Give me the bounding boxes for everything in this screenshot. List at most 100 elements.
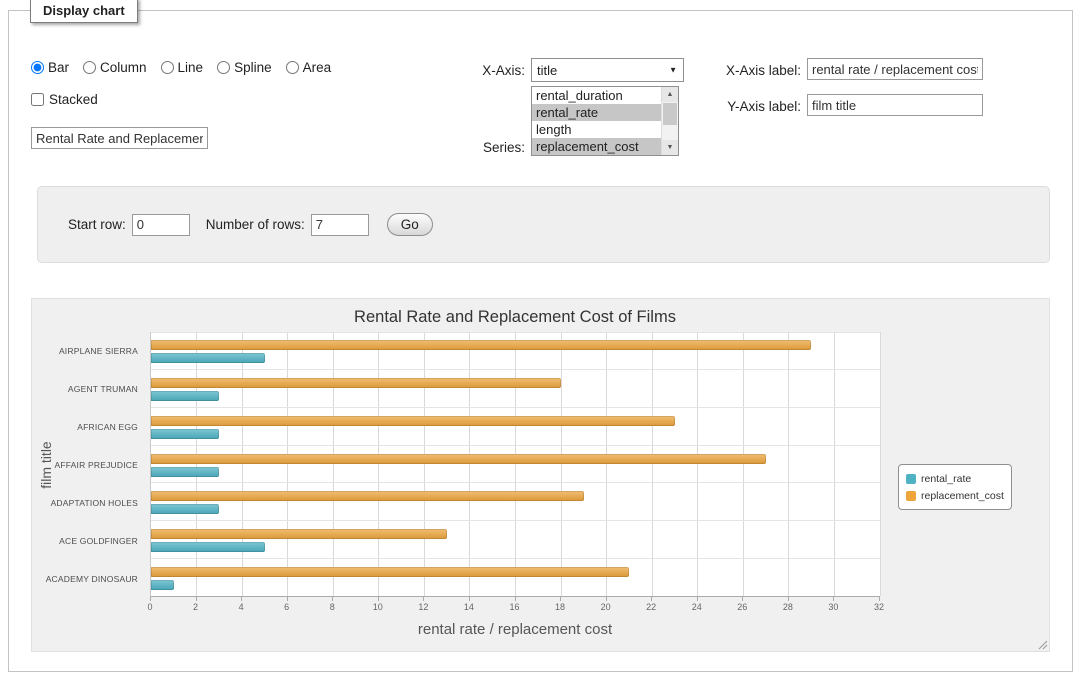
scroll-down-button[interactable]: ▼ xyxy=(662,140,678,155)
chevron-down-icon: ▼ xyxy=(669,66,677,75)
chart-type-option-bar[interactable]: Bar xyxy=(31,60,69,75)
category-label: AIRPLANE SIERRA xyxy=(59,346,138,356)
grid-line-horizontal xyxy=(151,445,880,446)
grid-line-horizontal xyxy=(151,369,880,370)
grid-line-vertical xyxy=(834,332,835,596)
chart-title-input[interactable] xyxy=(31,127,208,149)
bar-rental_rate xyxy=(151,542,265,552)
axis-tick xyxy=(150,597,151,601)
radio-area[interactable] xyxy=(286,61,299,74)
listbox-scrollbar[interactable]: ▲ ▼ xyxy=(661,87,678,155)
y-axis-label-input[interactable] xyxy=(807,94,983,116)
radio-label-column: Column xyxy=(100,60,147,75)
legend-item-rental_rate[interactable]: rental_rate xyxy=(906,470,1004,487)
resize-handle[interactable] xyxy=(1035,637,1048,650)
stacked-label: Stacked xyxy=(49,92,98,107)
legend-label-replacement_cost: replacement_cost xyxy=(921,490,1004,502)
start-row-input[interactable] xyxy=(132,214,190,236)
axis-tick xyxy=(788,597,789,601)
bar-replacement_cost xyxy=(151,378,561,388)
grid-line-vertical xyxy=(515,332,516,596)
scrollbar-thumb[interactable] xyxy=(663,103,677,125)
axis-tick xyxy=(606,597,607,601)
radio-bar[interactable] xyxy=(31,61,44,74)
radio-label-bar: Bar xyxy=(48,60,69,75)
grid-line-horizontal xyxy=(151,407,880,408)
radio-line[interactable] xyxy=(161,61,174,74)
series-option-length[interactable]: length xyxy=(532,121,661,138)
row-controls-panel: Start row: Number of rows: Go xyxy=(37,186,1050,263)
grid-line-vertical xyxy=(788,332,789,596)
display-chart-panel: Display chart BarColumnLineSplineArea St… xyxy=(8,10,1073,672)
x-axis-selected-value: title xyxy=(537,63,557,78)
x-tick-label: 0 xyxy=(147,602,152,612)
category-label: AGENT TRUMAN xyxy=(68,384,138,394)
x-tick-label: 18 xyxy=(555,602,565,612)
x-tick-label: 10 xyxy=(373,602,383,612)
category-label: ADAPTATION HOLES xyxy=(51,498,138,508)
scroll-up-button[interactable]: ▲ xyxy=(662,87,678,102)
chart-type-option-area[interactable]: Area xyxy=(286,60,332,75)
grid-line-vertical xyxy=(743,332,744,596)
bar-replacement_cost xyxy=(151,567,629,577)
bar-rental_rate xyxy=(151,391,219,401)
series-option-rental_duration[interactable]: rental_duration xyxy=(532,87,661,104)
plot-area xyxy=(150,332,880,597)
grid-line-vertical xyxy=(242,332,243,596)
x-tick-label: 4 xyxy=(239,602,244,612)
chart-type-radio-group: Bar Column Line Spline Area xyxy=(31,60,331,75)
radio-label-area: Area xyxy=(303,60,332,75)
number-of-rows-input[interactable] xyxy=(311,214,369,236)
x-axis-label-input[interactable] xyxy=(807,58,983,80)
number-of-rows-label: Number of rows: xyxy=(206,217,305,232)
axis-tick xyxy=(879,597,880,601)
grid-line-vertical xyxy=(561,332,562,596)
x-tick-label: 24 xyxy=(692,602,702,612)
radio-spline[interactable] xyxy=(217,61,230,74)
legend-swatch-rental_rate xyxy=(906,474,916,484)
grid-line-horizontal xyxy=(151,332,880,333)
series-listbox[interactable]: rental_durationrental_ratelengthreplacem… xyxy=(531,86,679,156)
stacked-checkbox-row[interactable]: Stacked xyxy=(31,92,98,107)
grid-line-horizontal xyxy=(151,558,880,559)
bar-rental_rate xyxy=(151,353,265,363)
x-axis-select[interactable]: title ▼ xyxy=(531,58,684,82)
x-tick-label: 30 xyxy=(828,602,838,612)
chart-type-option-line[interactable]: Line xyxy=(161,60,204,75)
series-option-replacement_cost[interactable]: replacement_cost xyxy=(532,138,661,155)
chart-type-option-spline[interactable]: Spline xyxy=(217,60,272,75)
grid-line-vertical xyxy=(652,332,653,596)
page: Display chart BarColumnLineSplineArea St… xyxy=(0,0,1081,681)
chart-type-option-column[interactable]: Column xyxy=(83,60,147,75)
series-option-rental_rate[interactable]: rental_rate xyxy=(532,104,661,121)
grid-line-horizontal xyxy=(151,520,880,521)
bar-rental_rate xyxy=(151,429,219,439)
radio-column[interactable] xyxy=(83,61,96,74)
grid-line-vertical xyxy=(196,332,197,596)
grid-line-vertical xyxy=(880,332,881,596)
stacked-checkbox[interactable] xyxy=(31,93,44,106)
series-listbox-label: Series: xyxy=(439,140,525,155)
category-label: ACE GOLDFINGER xyxy=(59,536,138,546)
grid-line-vertical xyxy=(424,332,425,596)
x-tick-label: 2 xyxy=(193,602,198,612)
grid-line-vertical xyxy=(378,332,379,596)
bar-replacement_cost xyxy=(151,340,811,350)
series-options: rental_durationrental_ratelengthreplacem… xyxy=(532,87,661,155)
grid-line-vertical xyxy=(333,332,334,596)
axis-tick xyxy=(469,597,470,601)
axis-tick xyxy=(287,597,288,601)
grid-line-vertical xyxy=(287,332,288,596)
x-tick-label: 32 xyxy=(874,602,884,612)
axis-tick xyxy=(560,597,561,601)
grid-line-vertical xyxy=(606,332,607,596)
radio-label-spline: Spline xyxy=(234,60,272,75)
axis-tick xyxy=(742,597,743,601)
x-axis-ticks: 02468101214161820222426283032 xyxy=(150,597,880,613)
grid-line-vertical xyxy=(469,332,470,596)
go-button[interactable]: Go xyxy=(387,213,433,236)
grid-line-vertical xyxy=(697,332,698,596)
x-tick-label: 22 xyxy=(646,602,656,612)
bar-replacement_cost xyxy=(151,454,766,464)
legend-item-replacement_cost[interactable]: replacement_cost xyxy=(906,487,1004,504)
